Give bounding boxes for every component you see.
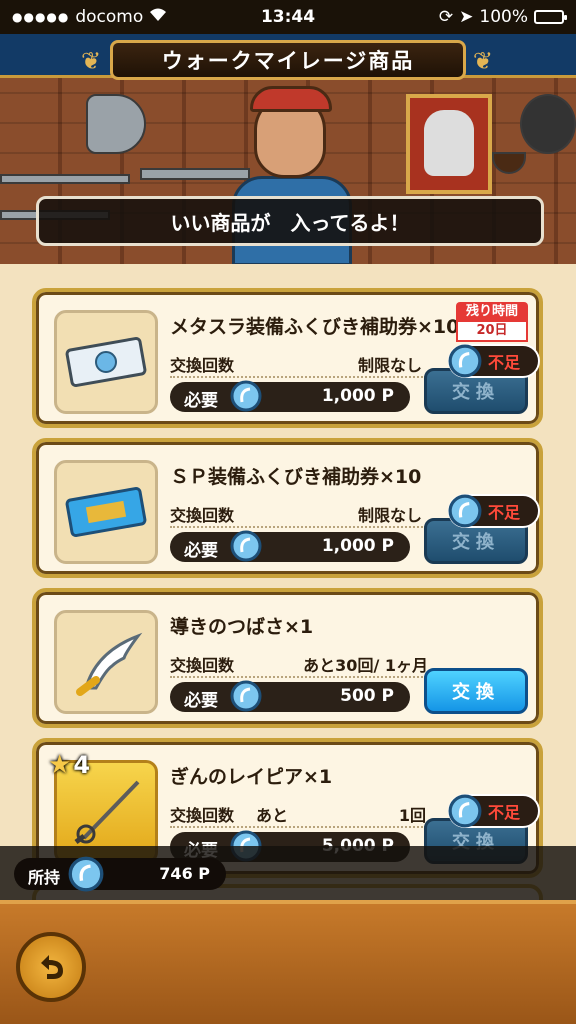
cost-pill: 必要 500 P	[170, 680, 410, 712]
axe-icon	[86, 94, 146, 154]
item-thumbnail	[54, 610, 158, 714]
battery-icon	[534, 10, 567, 24]
item-list[interactable]: メタスラ装備ふくびき補助券×10 交換回数 制限なし 必要 1,000 P 残り…	[0, 264, 576, 904]
holding-pill: 所持 746 P	[14, 856, 226, 892]
exchange-count-label: 交換回数	[170, 656, 235, 675]
exchange-count-label: 交換回数	[170, 806, 235, 825]
exchange-count-prefix: あと	[256, 806, 289, 825]
sword-icon	[0, 174, 130, 184]
back-button[interactable]	[16, 932, 86, 1002]
rotation-lock-icon: ⟳	[438, 7, 454, 27]
divider	[170, 526, 426, 528]
holding-bar: 所持 746 P	[0, 846, 576, 900]
mileage-coin-icon	[448, 344, 482, 378]
insufficient-label: 不足	[488, 503, 521, 522]
insufficient-label: 不足	[488, 803, 521, 822]
divider	[170, 826, 426, 828]
holding-amount: 746 P	[159, 864, 210, 883]
ornament-icon: ❦	[81, 47, 104, 75]
need-label: 必要	[184, 541, 218, 561]
item-name: 導きのつばさ×1	[170, 616, 314, 638]
crest-emblem	[406, 94, 492, 194]
merchant-dialog: いい商品が 入ってるよ！	[36, 196, 544, 246]
insufficient-label: 不足	[488, 353, 521, 372]
footer-bar	[0, 900, 576, 1024]
carrier-label: docomo	[75, 7, 144, 27]
need-label: 必要	[184, 691, 218, 711]
item-thumbnail	[54, 460, 158, 564]
mileage-coin-icon	[230, 380, 262, 412]
mileage-coin-icon	[448, 794, 482, 828]
item-name: メタスラ装備ふくびき補助券×10	[170, 316, 460, 338]
battery-percent: 100%	[479, 7, 528, 27]
exchange-count-value: あと30回/ 1ヶ月	[303, 656, 428, 675]
list-item[interactable]: ＳＰ装備ふくびき補助券×10 交換回数 制限なし 必要 1,000 P 交換 不…	[32, 438, 543, 578]
time-remaining-value: 20日	[456, 322, 528, 342]
exchange-count-value: 制限なし	[357, 356, 422, 375]
insufficient-badge: 不足	[448, 344, 540, 378]
wifi-icon	[149, 7, 167, 27]
exchange-count-value: 制限なし	[357, 506, 422, 525]
item-name: ＳＰ装備ふくびき補助券×10	[170, 466, 422, 488]
ticket-icon	[65, 486, 147, 538]
exchange-count-label: 交換回数	[170, 506, 235, 525]
mileage-coin-icon	[230, 530, 262, 562]
time-remaining-badge: 残り時間 20日	[456, 302, 528, 342]
dialog-text: いい商品が 入ってるよ！	[170, 210, 410, 235]
list-item[interactable]: メタスラ装備ふくびき補助券×10 交換回数 制限なし 必要 1,000 P 残り…	[32, 288, 543, 428]
divider	[170, 676, 426, 678]
insufficient-badge: 不足	[448, 494, 540, 528]
ticket-icon	[65, 336, 147, 388]
exchange-button[interactable]: 交換	[424, 668, 528, 714]
exchange-count-label: 交換回数	[170, 356, 235, 375]
shield-round-icon	[520, 94, 576, 154]
item-name: ぎんのレイピア×1	[170, 766, 333, 788]
cost-pill: 必要 1,000 P	[170, 530, 410, 562]
cost-amount: 1,000 P	[321, 536, 394, 556]
need-label: 必要	[184, 391, 218, 411]
exchange-count-value: 1回	[398, 806, 426, 825]
page-title: ウォークマイレージ商品	[161, 49, 415, 73]
cost-pill: 必要 1,000 P	[170, 380, 410, 412]
time-remaining-label: 残り時間	[456, 302, 528, 322]
star-icon: ★	[48, 750, 72, 780]
holding-label: 所持	[28, 868, 61, 887]
divider	[170, 376, 426, 378]
mileage-coin-icon	[68, 856, 104, 892]
rarity-value: 4	[73, 751, 91, 779]
cost-amount: 1,000 P	[321, 386, 394, 406]
clock: 13:44	[260, 7, 316, 27]
signal-icon: ●●●●●	[12, 10, 70, 24]
cost-amount: 500 P	[340, 686, 394, 706]
back-arrow-icon	[41, 955, 63, 979]
item-thumbnail	[54, 310, 158, 414]
list-item[interactable]: 導きのつばさ×1 交換回数 あと30回/ 1ヶ月 必要 500 P 交換	[32, 588, 543, 728]
location-icon: ➤	[459, 7, 474, 27]
status-bar: ●●●●● docomo 13:44 ⟳ ➤ 100%	[0, 0, 576, 34]
shop-scene: ❦ ウォークマイレージ商品 ❦ いい商品が 入ってるよ！	[0, 34, 576, 264]
title-plate: ❦ ウォークマイレージ商品 ❦	[81, 40, 493, 80]
rarity-badge: ★ 4	[48, 750, 90, 780]
insufficient-badge: 不足	[448, 794, 540, 828]
wing-icon	[76, 632, 143, 696]
rapier-icon	[74, 780, 140, 844]
ornament-icon: ❦	[472, 47, 495, 75]
mileage-coin-icon	[230, 680, 262, 712]
mileage-coin-icon	[448, 494, 482, 528]
